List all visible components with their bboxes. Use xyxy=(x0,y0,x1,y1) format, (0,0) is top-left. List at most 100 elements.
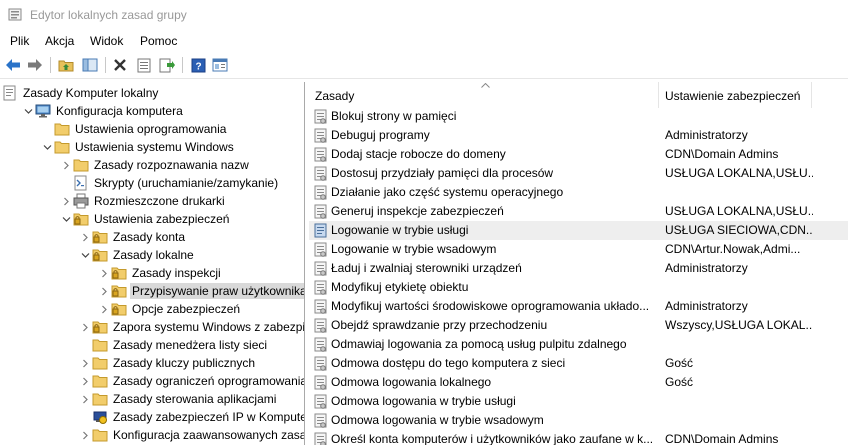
tree-node-label: Konfiguracja komputera xyxy=(56,104,183,118)
tree-node[interactable]: Zasady kluczy publicznych xyxy=(78,354,257,372)
extended-view-icon[interactable] xyxy=(210,56,230,74)
tree-node-label: Opcje zabezpieczeń xyxy=(132,302,241,316)
tree-node[interactable]: Ustawienia oprogramowania xyxy=(40,120,228,138)
expand-chevron-icon[interactable] xyxy=(78,228,92,246)
security-setting-value: Administratorzy xyxy=(665,261,748,275)
expand-chevron-icon[interactable] xyxy=(59,192,73,210)
tree-node[interactable]: Przypisywanie praw użytkownika xyxy=(97,282,304,300)
menu-action[interactable]: Akcja xyxy=(45,34,74,48)
tree-node-label: Zasady rozpoznawania nazw xyxy=(94,158,249,172)
tree-node[interactable]: Zasady Komputer lokalny xyxy=(2,84,160,102)
security-setting-value: Gość xyxy=(665,356,694,370)
tree-node[interactable]: Zapora systemu Windows z zabezpiecz xyxy=(78,318,304,336)
tree-node[interactable]: Zasady inspekcji xyxy=(97,264,223,282)
collapse-chevron-icon[interactable] xyxy=(59,210,73,228)
column-divider[interactable] xyxy=(811,82,812,108)
forward-icon[interactable] xyxy=(25,56,45,74)
column-header-security-setting[interactable]: Ustawienie zabezpieczeń xyxy=(665,89,800,103)
show-hide-tree-icon[interactable] xyxy=(80,56,100,74)
policy-setting-icon xyxy=(314,432,328,445)
table-row[interactable]: Modyfikuj wartości środowiskowe oprogram… xyxy=(309,297,848,316)
table-row[interactable]: Odmowa logowania w trybie wsadowym xyxy=(309,411,848,430)
table-row[interactable]: Określ konta komputerów i użytkowników j… xyxy=(309,430,848,445)
policy-name: Generuj inspekcje zabezpieczeń xyxy=(331,204,504,218)
policy-name: Logowanie w trybie wsadowym xyxy=(331,242,497,256)
tree-node[interactable]: Konfiguracja zaawansowanych zasad in xyxy=(78,426,304,444)
tree-node-label: Rozmieszczone drukarki xyxy=(94,194,225,208)
policy-name: Działanie jako część systemu operacyjneg… xyxy=(331,185,564,199)
tree-node[interactable]: Konfiguracja komputera xyxy=(21,102,185,120)
security-setting-value: USŁUGA SIECIOWA,CDN... xyxy=(665,223,813,237)
table-row[interactable]: Logowanie w trybie wsadowym CDN\Artur.Now… xyxy=(309,240,848,259)
tree-node[interactable]: Zasady lokalne xyxy=(78,246,196,264)
table-row[interactable]: Ładuj i zwalniaj sterowniki urządzeń Admi… xyxy=(309,259,848,278)
column-header-policy[interactable]: Zasady xyxy=(315,89,354,103)
tree-node[interactable]: Zasady ograniczeń oprogramowania xyxy=(78,372,304,390)
expand-chevron-icon[interactable] xyxy=(78,372,92,390)
tree-node[interactable]: Ustawienia zabezpieczeń xyxy=(59,210,231,228)
tree-node[interactable]: Zasady zabezpieczeń IP w Komputer lo xyxy=(78,408,305,426)
folder-icon xyxy=(92,355,108,371)
expand-chevron-icon[interactable] xyxy=(78,390,92,408)
tree-node-label: Przypisywanie praw użytkownika xyxy=(130,283,304,299)
policy-name: Odmowa logowania w trybie usługi xyxy=(331,394,516,408)
folder-icon xyxy=(54,121,70,137)
tree-node[interactable]: Ustawienia systemu Windows xyxy=(40,138,236,156)
policy-name: Odmowa logowania lokalnego xyxy=(331,375,492,389)
delete-icon[interactable] xyxy=(110,56,130,74)
help-icon[interactable]: ? xyxy=(188,56,208,74)
tree-node[interactable]: Zasady sterowania aplikacjami xyxy=(78,390,278,408)
policy-name: Dodaj stacje robocze do domeny xyxy=(331,147,506,161)
tree-node[interactable]: Opcje zabezpieczeń xyxy=(97,300,242,318)
tree-node[interactable]: Zasady rozpoznawania nazw xyxy=(59,156,251,174)
expand-chevron-icon[interactable] xyxy=(78,354,92,372)
tree-node-label: Zasady Komputer lokalny xyxy=(23,86,159,100)
menu-help[interactable]: Pomoc xyxy=(140,34,177,48)
table-row[interactable]: Modyfikuj etykietę obiektu xyxy=(309,278,848,297)
expand-chevron-icon[interactable] xyxy=(78,318,92,336)
collapse-chevron-icon[interactable] xyxy=(21,102,35,120)
table-row[interactable]: Odmowa dostępu do tego komputera z sieci… xyxy=(309,354,848,373)
back-icon[interactable] xyxy=(3,56,23,74)
expand-chevron-icon[interactable] xyxy=(97,264,111,282)
export-list-icon[interactable] xyxy=(157,56,177,74)
table-row[interactable]: Generuj inspekcje zabezpieczeń USŁUGA LOK… xyxy=(309,202,848,221)
table-row[interactable]: Debuguj programy Administratorzy xyxy=(309,126,848,145)
expand-chevron-icon[interactable] xyxy=(97,282,111,300)
table-row[interactable]: Blokuj strony w pamięci xyxy=(309,107,848,126)
folder-icon xyxy=(92,391,108,407)
tree-node-label: Zasady zabezpieczeń IP w Komputer lo xyxy=(113,410,305,424)
collapse-chevron-icon[interactable] xyxy=(40,138,54,156)
policy-list[interactable]: Zasady Ustawienie zabezpieczeń Blokuj st… xyxy=(309,82,848,445)
policy-name: Blokuj strony w pamięci xyxy=(331,109,457,123)
tree-node-label: Ustawienia systemu Windows xyxy=(75,140,234,154)
tree-node[interactable]: Zasady konta xyxy=(78,228,187,246)
folder-icon xyxy=(54,139,70,155)
tree-node[interactable]: Skrypty (uruchamianie/zamykanie) xyxy=(59,174,280,192)
table-row[interactable]: Dodaj stacje robocze do domeny CDN\Domain… xyxy=(309,145,848,164)
menu-view[interactable]: Widok xyxy=(90,34,123,48)
table-row[interactable]: Obejdź sprawdzanie przy przechodzeniu Wsz… xyxy=(309,316,848,335)
column-divider[interactable] xyxy=(658,82,659,108)
expand-chevron-icon[interactable] xyxy=(78,426,92,444)
table-row[interactable]: Działanie jako część systemu operacyjneg… xyxy=(309,183,848,202)
menu-file[interactable]: Plik xyxy=(10,34,29,48)
properties-icon[interactable] xyxy=(134,56,154,74)
tree-node[interactable]: Rozmieszczone drukarki xyxy=(59,192,227,210)
expand-chevron-icon[interactable] xyxy=(97,300,111,318)
collapse-chevron-icon[interactable] xyxy=(78,246,92,264)
tree-node-label: Skrypty (uruchamianie/zamykanie) xyxy=(94,176,279,190)
table-row[interactable]: Odmowa logowania w trybie usługi xyxy=(309,392,848,411)
table-row[interactable]: Dostosuj przydziały pamięci dla procesów… xyxy=(309,164,848,183)
expand-chevron-icon[interactable] xyxy=(59,156,73,174)
table-row[interactable]: Odmowa logowania lokalnego Gość xyxy=(309,373,848,392)
tree-node[interactable]: Zasady menedżera listy sieci xyxy=(78,336,269,354)
printer-icon xyxy=(73,193,89,209)
table-row[interactable]: Odmawiaj logowania za pomocą usług pulpi… xyxy=(309,335,848,354)
table-row[interactable]: Logowanie w trybie usługi USŁUGA SIECIOWA… xyxy=(309,221,848,240)
policy-name: Debuguj programy xyxy=(331,128,430,142)
policy-name: Modyfikuj etykietę obiektu xyxy=(331,280,469,294)
up-folder-icon[interactable] xyxy=(56,56,76,74)
policy-setting-icon xyxy=(314,299,328,314)
console-tree[interactable]: Zasady Komputer lokalny Konfiguracja komp… xyxy=(0,82,305,445)
